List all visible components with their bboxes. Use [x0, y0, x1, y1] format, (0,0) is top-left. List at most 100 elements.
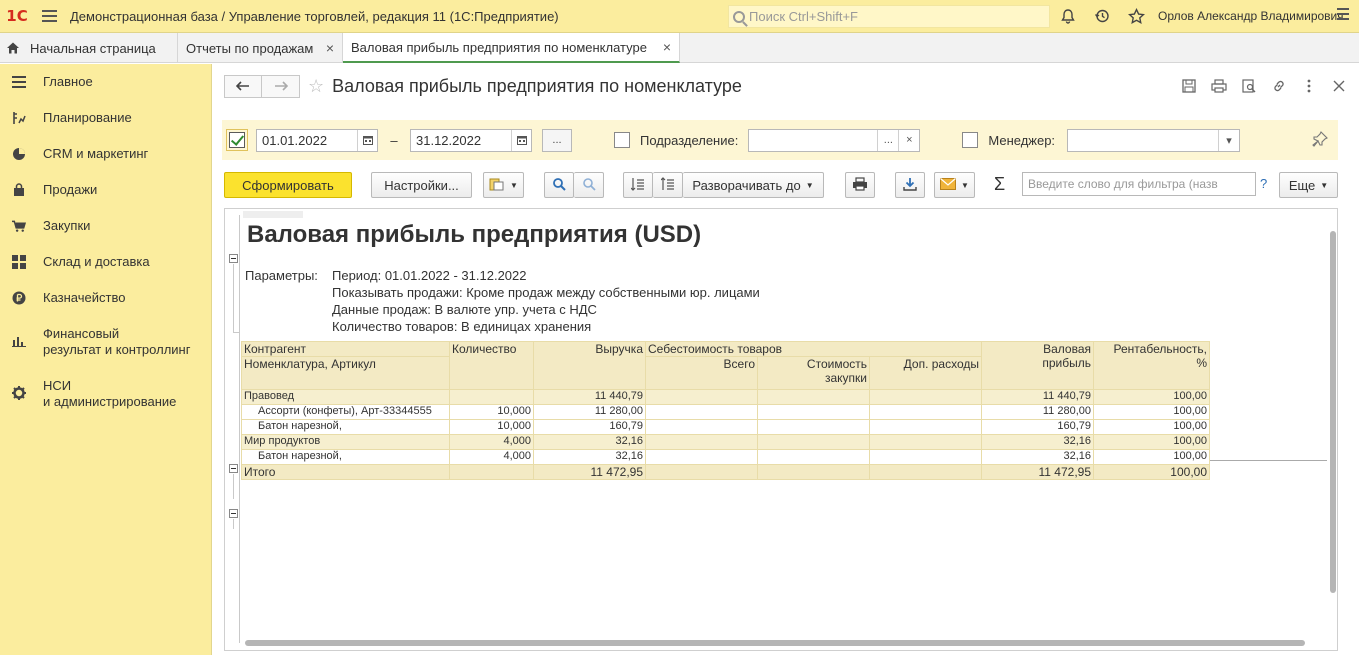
- table-row[interactable]: Ассорти (конфеты), Арт-33344555 10,000 1…: [241, 404, 1210, 420]
- date-from-value: 01.01.2022: [262, 132, 328, 148]
- header-qty: Количество: [449, 341, 534, 390]
- bell-icon[interactable]: [1058, 6, 1078, 26]
- close-icon[interactable]: ×: [663, 39, 671, 55]
- chevron-down-icon[interactable]: ▾: [1218, 129, 1239, 151]
- sidebar-item-purchases[interactable]: Закупки: [0, 218, 90, 234]
- send-email-button[interactable]: ▼: [934, 172, 975, 198]
- forward-button[interactable]: [262, 74, 300, 98]
- collapse-all-button[interactable]: [623, 172, 653, 198]
- division-checkbox[interactable]: [614, 132, 630, 148]
- table-row[interactable]: Батон нарезной, 4,000 32,16 32,16 100,00: [241, 449, 1210, 465]
- period-checkbox[interactable]: [229, 132, 245, 148]
- back-button[interactable]: [224, 74, 262, 98]
- global-search-input[interactable]: Поиск Ctrl+Shift+F: [728, 5, 1050, 28]
- pin-icon[interactable]: [1312, 130, 1328, 150]
- gear-icon: [12, 386, 26, 400]
- app-title-bar: 1С Демонстрационная база / Управление то…: [0, 0, 1359, 33]
- header-margin-line2: %: [1196, 356, 1207, 370]
- table-row[interactable]: Батон нарезной, 10,000 160,79 160,79 100…: [241, 419, 1210, 435]
- history-icon[interactable]: [1092, 6, 1112, 26]
- sidebar-item-label-line1: Финансовый: [43, 326, 120, 341]
- manager-field[interactable]: ▾: [1067, 128, 1241, 152]
- sum-icon[interactable]: Σ: [994, 174, 1005, 195]
- division-label: Подразделение:: [640, 132, 739, 148]
- select-dots-icon[interactable]: ...: [877, 129, 898, 151]
- sidebar-item-label: Казначейство: [43, 290, 126, 305]
- collapse-group-icon[interactable]: [229, 509, 238, 518]
- expand-all-button[interactable]: [653, 172, 683, 198]
- period-select-button[interactable]: ...: [542, 128, 572, 152]
- header-extra-costs: Доп. расходы: [869, 356, 982, 390]
- date-from-field[interactable]: 01.01.2022: [256, 128, 378, 152]
- main-menu-icon[interactable]: [34, 10, 64, 22]
- print-button[interactable]: [845, 172, 875, 198]
- sidebar-item-label: Склад и доставка: [43, 254, 150, 269]
- header-gross-line2: прибыль: [1042, 356, 1091, 370]
- more-vertical-icon[interactable]: [1300, 77, 1318, 95]
- horizontal-scrollbar[interactable]: [237, 639, 1317, 647]
- user-menu-icon[interactable]: [1337, 8, 1351, 20]
- manager-label: Менеджер:: [988, 132, 1056, 148]
- table-row[interactable]: Мир продуктов 4,000 32,16 32,16 100,00: [241, 434, 1210, 450]
- cell-total-margin: 100,00: [1093, 464, 1210, 480]
- settings-button[interactable]: Настройки...: [371, 172, 472, 198]
- report-table: Контрагент Количество Выручка Себестоимо…: [241, 341, 1210, 480]
- report-spreadsheet[interactable]: Валовая прибыль предприятия (USD) Параме…: [224, 208, 1338, 651]
- sidebar-item-finance[interactable]: Финансовый результат и контроллинг: [0, 326, 190, 358]
- date-to-value: 31.12.2022: [416, 132, 482, 148]
- tab-sales-reports[interactable]: Отчеты по продажам ×: [178, 33, 343, 63]
- cell-revenue: 32,16: [533, 449, 646, 465]
- calendar-icon[interactable]: [357, 129, 377, 151]
- column-header-stub: [243, 211, 303, 218]
- date-to-field[interactable]: 31.12.2022: [410, 128, 532, 152]
- sidebar-item-admin[interactable]: НСИ и администрирование: [0, 378, 176, 410]
- sidebar-item-main[interactable]: Главное: [0, 74, 93, 90]
- favorites-star-icon[interactable]: [1126, 6, 1146, 26]
- header-margin-line1: Рентабельность,: [1113, 342, 1207, 356]
- sections-sidebar: Главное Планирование CRM и маркетинг Про…: [0, 64, 212, 655]
- tab-gross-profit[interactable]: Валовая прибыль предприятия по номенклат…: [343, 33, 680, 63]
- calendar-icon[interactable]: [511, 129, 531, 151]
- table-total-row[interactable]: Итого 11 472,95 11 472,95 100,00: [241, 464, 1210, 480]
- cell-revenue: 11 280,00: [533, 404, 646, 420]
- filter-input[interactable]: Введите слово для фильтра (назв: [1022, 172, 1256, 196]
- close-icon[interactable]: ×: [326, 40, 334, 56]
- find-button[interactable]: [544, 172, 574, 198]
- save-to-file-button[interactable]: [895, 172, 925, 198]
- cell-gross: 160,79: [981, 419, 1094, 435]
- sidebar-item-warehouse[interactable]: Склад и доставка: [0, 254, 150, 270]
- user-name[interactable]: Орлов Александр Владимирович: [1158, 9, 1344, 23]
- pie-chart-icon: [12, 147, 26, 161]
- generate-button[interactable]: Сформировать: [224, 172, 352, 198]
- sidebar-item-treasury[interactable]: Казначейство: [0, 290, 125, 306]
- vertical-scrollbar[interactable]: [1329, 219, 1337, 642]
- collapse-group-icon[interactable]: [229, 464, 238, 473]
- division-field[interactable]: ... ×: [748, 128, 921, 152]
- filter-help-link[interactable]: ?: [1260, 176, 1267, 191]
- horizontal-scroll-thumb[interactable]: [245, 640, 1305, 646]
- variants-button[interactable]: ▼: [483, 172, 524, 198]
- sidebar-item-crm[interactable]: CRM и маркетинг: [0, 146, 148, 162]
- more-button[interactable]: Еще ▼: [1279, 172, 1338, 198]
- table-row[interactable]: Правовед 11 440,79 11 440,79 100,00: [241, 389, 1210, 405]
- print-icon[interactable]: [1210, 77, 1228, 95]
- cell-total-gross: 11 472,95: [981, 464, 1094, 480]
- sidebar-item-sales[interactable]: Продажи: [0, 182, 97, 198]
- link-icon[interactable]: [1270, 77, 1288, 95]
- close-form-icon[interactable]: [1330, 77, 1348, 95]
- cell-name: Ассорти (конфеты), Арт-33344555: [241, 404, 450, 420]
- vertical-scroll-thumb[interactable]: [1330, 231, 1336, 593]
- add-to-favorites-icon[interactable]: ☆: [308, 76, 324, 97]
- collapse-group-icon[interactable]: [229, 254, 238, 263]
- clear-icon[interactable]: ×: [898, 129, 919, 151]
- save-icon[interactable]: [1180, 77, 1198, 95]
- expand-to-button[interactable]: Разворачивать до ▼: [683, 172, 824, 198]
- manager-checkbox[interactable]: [962, 132, 979, 148]
- 1c-logo: 1С: [6, 7, 28, 25]
- app-title: Демонстрационная база / Управление торго…: [70, 8, 559, 24]
- tab-home[interactable]: Начальная страница: [0, 33, 178, 63]
- sidebar-item-planning[interactable]: Планирование: [0, 110, 132, 126]
- find-next-button[interactable]: [574, 172, 604, 198]
- preview-icon[interactable]: [1240, 77, 1258, 95]
- sidebar-item-label-line2: и администрирование: [43, 394, 177, 409]
